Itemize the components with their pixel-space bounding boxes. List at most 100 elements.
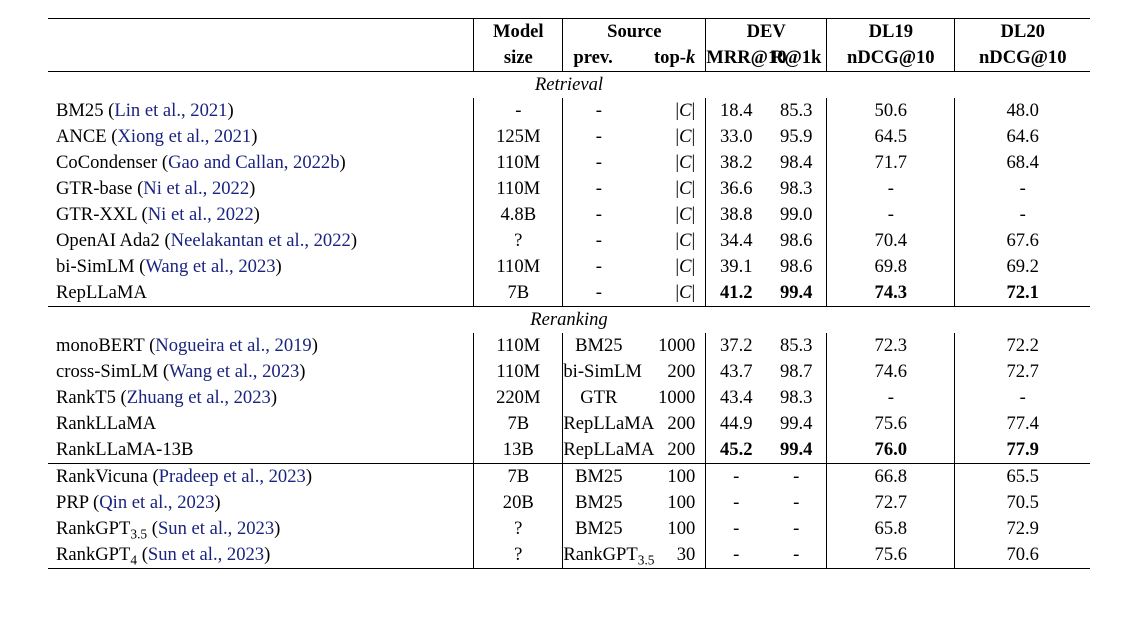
dl20-ndcg: - (955, 176, 1090, 202)
hdr-dl20: DL20 (955, 19, 1090, 46)
method-cell: PRP (Qin et al., 2023) (48, 490, 474, 516)
dl19-ndcg: 65.8 (827, 516, 955, 542)
dev-mrr: - (706, 490, 766, 516)
dev-mrr: - (706, 464, 766, 491)
table-row: GTR-base (Ni et al., 2022)110M-|C|36.698… (48, 176, 1090, 202)
section-reranking: Reranking (48, 307, 1090, 334)
source-prev: BM25 (563, 516, 634, 542)
source-topk: 200 (634, 359, 705, 385)
dev-r1k: - (766, 542, 826, 569)
source-topk: |C| (634, 124, 705, 150)
method-cell: RankGPT3.5 (Sun et al., 2023) (48, 516, 474, 542)
dl20-ndcg: 65.5 (955, 464, 1090, 491)
dl19-ndcg: 75.6 (827, 411, 955, 437)
hdr-source: Source (563, 19, 706, 46)
method-cell: RankT5 (Zhuang et al., 2023) (48, 385, 474, 411)
model-size: 20B (474, 490, 563, 516)
citation-link[interactable]: Zhuang et al., 2023 (127, 387, 271, 408)
dl19-ndcg: - (827, 176, 955, 202)
source-prev: BM25 (563, 464, 634, 491)
model-size: 7B (474, 411, 563, 437)
method-cell: cross-SimLM (Wang et al., 2023) (48, 359, 474, 385)
source-topk: 1000 (634, 333, 705, 359)
dev-r1k: 98.6 (766, 254, 826, 280)
source-prev: - (563, 124, 634, 150)
citation-link[interactable]: Neelakantan et al., 2022 (171, 230, 351, 251)
dl20-ndcg: 77.9 (955, 437, 1090, 464)
dl20-ndcg: 72.1 (955, 280, 1090, 307)
table-row: RankGPT3.5 (Sun et al., 2023)?BM25100--6… (48, 516, 1090, 542)
citation-link[interactable]: Wang et al., 2023 (169, 361, 299, 382)
dl19-ndcg: - (827, 385, 955, 411)
citation-link[interactable]: Wang et al., 2023 (145, 256, 275, 277)
dl19-ndcg: 72.3 (827, 333, 955, 359)
citation-link[interactable]: Ni et al., 2022 (143, 178, 249, 199)
table-row: BM25 (Lin et al., 2021)--|C|18.485.350.6… (48, 98, 1090, 124)
source-topk: 100 (634, 464, 705, 491)
source-prev: RepLLaMA (563, 411, 634, 437)
hdr-ndcg20: nDCG@10 (955, 45, 1090, 72)
dev-r1k: 99.4 (766, 411, 826, 437)
table-row: bi-SimLM (Wang et al., 2023)110M-|C|39.1… (48, 254, 1090, 280)
model-size: - (474, 98, 563, 124)
method-cell: OpenAI Ada2 (Neelakantan et al., 2022) (48, 228, 474, 254)
method-cell: RepLLaMA (48, 280, 474, 307)
citation-link[interactable]: Gao and Callan, 2022b (168, 152, 339, 173)
dl19-ndcg: 76.0 (827, 437, 955, 464)
dev-mrr: 18.4 (706, 98, 766, 124)
table-row: RankLLaMA-13B13BRepLLaMA20045.299.476.07… (48, 437, 1090, 464)
dev-r1k: 98.3 (766, 385, 826, 411)
dl20-ndcg: 48.0 (955, 98, 1090, 124)
table-row: RankVicuna (Pradeep et al., 2023)7BBM251… (48, 464, 1090, 491)
dev-mrr: 39.1 (706, 254, 766, 280)
citation-link[interactable]: Sun et al., 2023 (158, 518, 274, 539)
dl20-ndcg: 77.4 (955, 411, 1090, 437)
method-cell: RankGPT4 (Sun et al., 2023) (48, 542, 474, 569)
source-prev: - (563, 280, 634, 307)
citation-link[interactable]: Pradeep et al., 2023 (159, 466, 306, 487)
dl20-ndcg: 72.2 (955, 333, 1090, 359)
model-size: 220M (474, 385, 563, 411)
hdr-topk: top-k (634, 45, 705, 72)
method-cell: RankLLaMA (48, 411, 474, 437)
dl19-ndcg: 74.6 (827, 359, 955, 385)
source-topk: |C| (634, 98, 705, 124)
dl20-ndcg: 72.9 (955, 516, 1090, 542)
dev-mrr: 37.2 (706, 333, 766, 359)
model-size: 110M (474, 176, 563, 202)
hdr-model: Model (474, 19, 563, 46)
citation-link[interactable]: Sun et al., 2023 (148, 544, 264, 565)
table-row: CoCondenser (Gao and Callan, 2022b)110M-… (48, 150, 1090, 176)
dl20-ndcg: 67.6 (955, 228, 1090, 254)
dl20-ndcg: 70.6 (955, 542, 1090, 569)
citation-link[interactable]: Lin et al., 2021 (114, 100, 227, 121)
dl20-ndcg: 69.2 (955, 254, 1090, 280)
table-row: ANCE (Xiong et al., 2021)125M-|C|33.095.… (48, 124, 1090, 150)
dev-r1k: 85.3 (766, 333, 826, 359)
dev-mrr: 34.4 (706, 228, 766, 254)
source-topk: 1000 (634, 385, 705, 411)
source-topk: |C| (634, 280, 705, 307)
dl19-ndcg: 64.5 (827, 124, 955, 150)
source-topk: |C| (634, 176, 705, 202)
dl19-ndcg: 69.8 (827, 254, 955, 280)
hdr-mrr: MRR@10 (706, 45, 766, 72)
method-cell: RankVicuna (Pradeep et al., 2023) (48, 464, 474, 491)
table-row: OpenAI Ada2 (Neelakantan et al., 2022)?-… (48, 228, 1090, 254)
model-size: ? (474, 228, 563, 254)
dl20-ndcg: 68.4 (955, 150, 1090, 176)
section-retrieval: Retrieval (48, 72, 1090, 99)
dl20-ndcg: 70.5 (955, 490, 1090, 516)
citation-link[interactable]: Qin et al., 2023 (99, 492, 214, 513)
model-size: 110M (474, 359, 563, 385)
citation-link[interactable]: Ni et al., 2022 (148, 204, 254, 225)
method-cell: ANCE (Xiong et al., 2021) (48, 124, 474, 150)
source-prev: BM25 (563, 490, 634, 516)
source-prev: GTR (563, 385, 634, 411)
citation-link[interactable]: Nogueira et al., 2019 (155, 335, 311, 356)
hdr-size: size (474, 45, 563, 72)
citation-link[interactable]: Xiong et al., 2021 (117, 126, 251, 147)
dl19-ndcg: 66.8 (827, 464, 955, 491)
table-row: monoBERT (Nogueira et al., 2019)110MBM25… (48, 333, 1090, 359)
dev-mrr: 38.8 (706, 202, 766, 228)
